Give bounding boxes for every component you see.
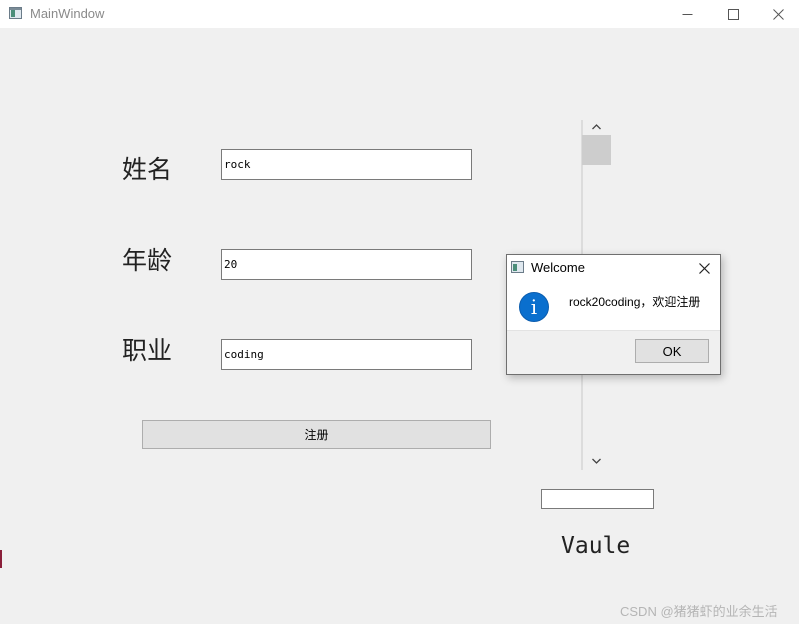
dialog-footer: OK [507, 330, 720, 374]
maximize-button[interactable] [710, 0, 756, 28]
close-icon [772, 8, 784, 20]
age-label: 年龄 [122, 246, 173, 275]
welcome-dialog: Welcome i rock20coding，欢迎注册 OK [506, 254, 721, 375]
ok-button[interactable]: OK [635, 339, 709, 363]
register-button[interactable]: 注册 [142, 420, 491, 449]
age-input[interactable] [221, 249, 472, 280]
value-input[interactable] [541, 489, 654, 509]
dialog-title: Welcome [531, 260, 585, 275]
watermark: CSDN @猪猪虾的业余生活 [620, 604, 778, 619]
app-icon [9, 7, 22, 19]
info-icon: i [519, 292, 549, 322]
title-bar[interactable]: MainWindow [0, 0, 799, 28]
job-label: 职业 [122, 336, 173, 365]
name-label: 姓名 [122, 155, 173, 184]
left-edge-mark [0, 550, 2, 568]
maximize-icon [727, 8, 739, 20]
dialog-message: rock20coding，欢迎注册 [569, 295, 701, 309]
close-icon [698, 262, 710, 274]
minimize-button[interactable] [664, 0, 710, 28]
scroll-up-button[interactable] [589, 121, 603, 133]
value-label: Vaule [561, 533, 631, 559]
scroll-down-button[interactable] [589, 455, 603, 467]
dialog-title-bar[interactable]: Welcome [507, 255, 720, 280]
minimize-icon [682, 13, 692, 15]
close-button[interactable] [755, 0, 799, 28]
scrollbar-thumb[interactable] [582, 135, 611, 165]
chevron-up-icon [591, 124, 601, 130]
chevron-down-icon [591, 458, 601, 464]
window-title: MainWindow [30, 6, 105, 21]
dialog-body: i rock20coding，欢迎注册 [507, 280, 720, 330]
job-input[interactable] [221, 339, 472, 370]
dialog-close-button[interactable] [693, 258, 715, 278]
main-window: MainWindow 姓名 年龄 职业 注册 Vaule Welcome [0, 0, 799, 624]
dialog-app-icon [511, 261, 524, 273]
name-input[interactable] [221, 149, 472, 180]
